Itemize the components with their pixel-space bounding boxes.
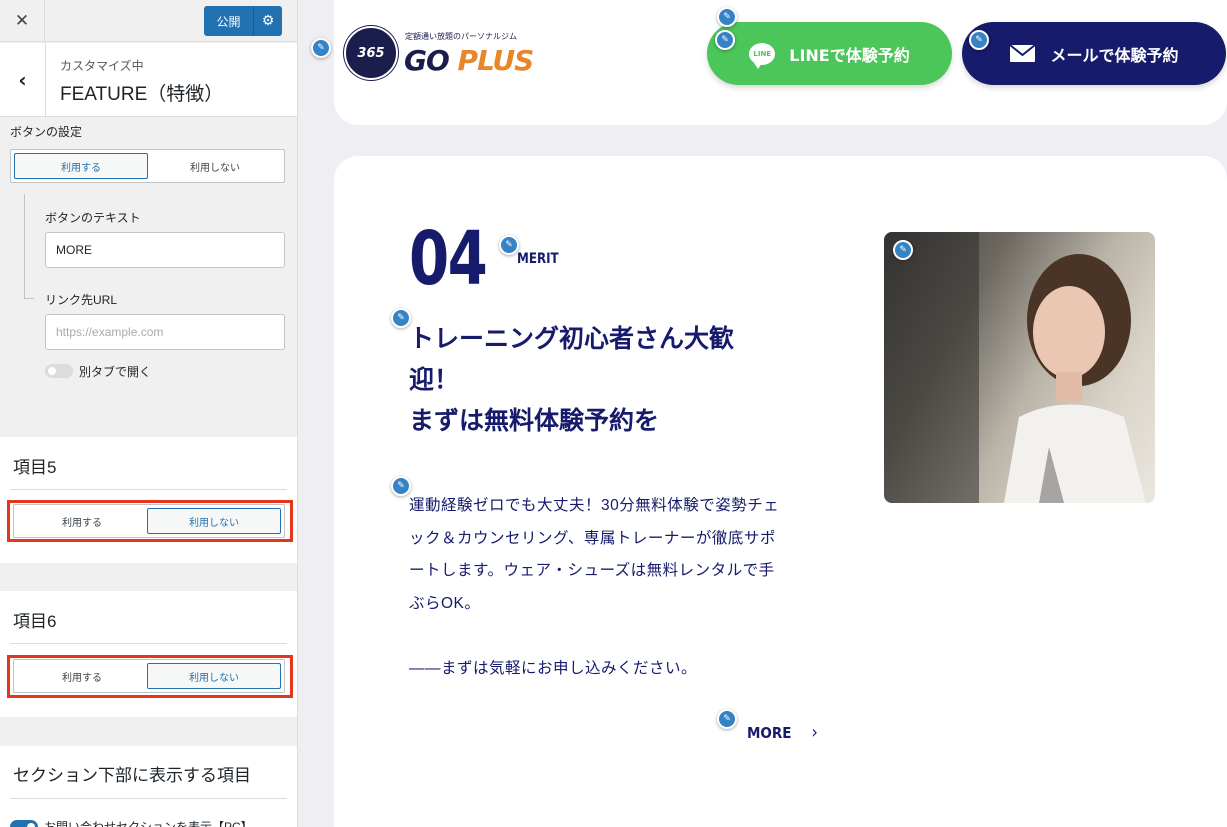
more-link[interactable]: MORE › xyxy=(747,722,818,743)
feature-body-line: ック＆カウンセリング、専属トレーナーが徹底サポ xyxy=(409,529,776,547)
edit-shortcut-icon[interactable]: ✎ xyxy=(499,235,519,255)
new-tab-label: 別タブで開く xyxy=(79,365,152,379)
item5-divider xyxy=(10,489,287,490)
item6-divider xyxy=(10,643,287,644)
button-nouse-option[interactable]: 利用しない xyxy=(148,153,282,179)
logo-plus-text: PLUS xyxy=(457,44,535,77)
tree-line xyxy=(24,194,25,298)
highlight-box xyxy=(7,655,293,698)
button-use-toggle: 利用する 利用しない xyxy=(10,149,285,183)
edit-shortcut-icon[interactable]: ✎ xyxy=(893,240,913,260)
close-customizer-button[interactable]: ✕ xyxy=(0,0,45,42)
contact-section-toggle[interactable] xyxy=(10,820,38,827)
section-title: FEATURE（特徴） xyxy=(60,84,224,105)
tree-branch xyxy=(24,298,34,299)
gear-icon: ⚙ xyxy=(261,13,275,29)
highlight-box xyxy=(7,500,293,542)
logo-wordmark: GO PLUS xyxy=(404,44,535,77)
contact-section-label: お問い合わせセクションを表示【PC】 xyxy=(44,820,253,827)
chevron-right-icon: › xyxy=(811,722,818,743)
edit-shortcut-icon[interactable]: ✎ xyxy=(311,38,331,58)
feature-body-line: ——まずは気軽にお申し込みください。 xyxy=(409,659,698,677)
edit-shortcut-icon[interactable]: ✎ xyxy=(391,476,411,496)
woman-photo-illustration xyxy=(884,232,1146,503)
feature-body-line: ぶらOK。 xyxy=(409,594,481,612)
feature-number: 04 xyxy=(409,216,488,302)
site-logo[interactable]: 365 定額通い放題のパーソナルジム GO PLUS xyxy=(342,24,542,84)
edit-shortcut-icon[interactable]: ✎ xyxy=(969,30,989,50)
feature-merit-label: MERIT xyxy=(517,251,559,267)
feature-body-line: ートします。ウェア・シューズは無料レンタルで手 xyxy=(409,562,775,579)
feature-title-line: 迎！ xyxy=(409,366,460,394)
feature-body-line: 運動経験ゼロでも大丈夫！30分無料体験で姿勢チェ xyxy=(409,497,780,514)
back-button[interactable]: ‹ xyxy=(0,43,46,117)
mail-booking-button[interactable]: メールで体験予約 xyxy=(962,22,1226,85)
customizer-sidebar: ✕ 公開 ⚙ ‹ カスタマイズ中 FEATURE（特徴） ボタンの設定 利用する… xyxy=(0,0,298,827)
edit-shortcut-icon[interactable]: ✎ xyxy=(391,308,411,328)
item6-title: 項目6 xyxy=(13,612,57,631)
item5-title: 項目5 xyxy=(13,458,57,477)
feature-photo xyxy=(884,232,1155,503)
new-tab-toggle[interactable] xyxy=(45,364,73,378)
publish-settings-button[interactable]: ⚙ xyxy=(253,6,282,36)
item6-panel: 項目6 利用する 利用しない xyxy=(0,591,297,717)
button-text-label: ボタンのテキスト xyxy=(45,211,141,225)
customizing-label: カスタマイズ中 xyxy=(60,59,144,73)
feature-title-line: トレーニング初心者さん大歓 xyxy=(409,325,735,353)
chevron-left-icon: ‹ xyxy=(18,68,27,92)
edit-shortcut-icon[interactable]: ✎ xyxy=(717,7,737,27)
feature-title-line: まずは無料体験予約を xyxy=(409,407,660,435)
close-icon: ✕ xyxy=(14,11,30,31)
mail-booking-label: メールで体験予約 xyxy=(1050,45,1179,65)
logo-tagline: 定額通い放題のパーソナルジム xyxy=(405,32,517,41)
line-icon: LINE xyxy=(749,42,776,69)
button-settings-panel: ボタンの設定 利用する 利用しない ボタンのテキスト MORE リンク先URL … xyxy=(0,118,297,407)
link-url-label: リンク先URL xyxy=(45,293,118,307)
feature-body: 運動経験ゼロでも大丈夫！30分無料体験で姿勢チェ ック＆カウンセリング、専属トレ… xyxy=(409,490,829,685)
bottom-divider xyxy=(10,798,287,799)
button-text-input[interactable]: MORE xyxy=(45,232,285,268)
bottom-items-panel: セクション下部に表示する項目 お問い合わせセクションを表示【PC】 xyxy=(0,746,297,827)
feature-body-line xyxy=(409,620,829,653)
button-use-option[interactable]: 利用する xyxy=(14,153,148,179)
feature-title: トレーニング初心者さん大歓 迎！ まずは無料体験予約を xyxy=(409,319,809,442)
publish-button[interactable]: 公開 xyxy=(204,6,253,36)
more-label: MORE xyxy=(747,723,792,742)
logo-go-text: GO xyxy=(404,44,450,77)
mail-icon xyxy=(1009,44,1037,62)
section-header: ‹ カスタマイズ中 FEATURE（特徴） xyxy=(0,43,297,117)
customizer-topbar: ✕ 公開 ⚙ xyxy=(0,0,297,42)
logo-mark: 365 xyxy=(344,26,398,80)
line-booking-button[interactable]: LINE LINEで体験予約 xyxy=(707,22,952,85)
edit-shortcut-icon[interactable]: ✎ xyxy=(717,709,737,729)
edit-shortcut-icon[interactable]: ✎ xyxy=(715,30,735,50)
button-settings-label: ボタンの設定 xyxy=(10,125,83,139)
line-booking-label: LINEで体験予約 xyxy=(789,45,910,65)
bottom-section-title: セクション下部に表示する項目 xyxy=(13,766,251,785)
link-url-input[interactable]: https://example.com xyxy=(45,314,285,350)
